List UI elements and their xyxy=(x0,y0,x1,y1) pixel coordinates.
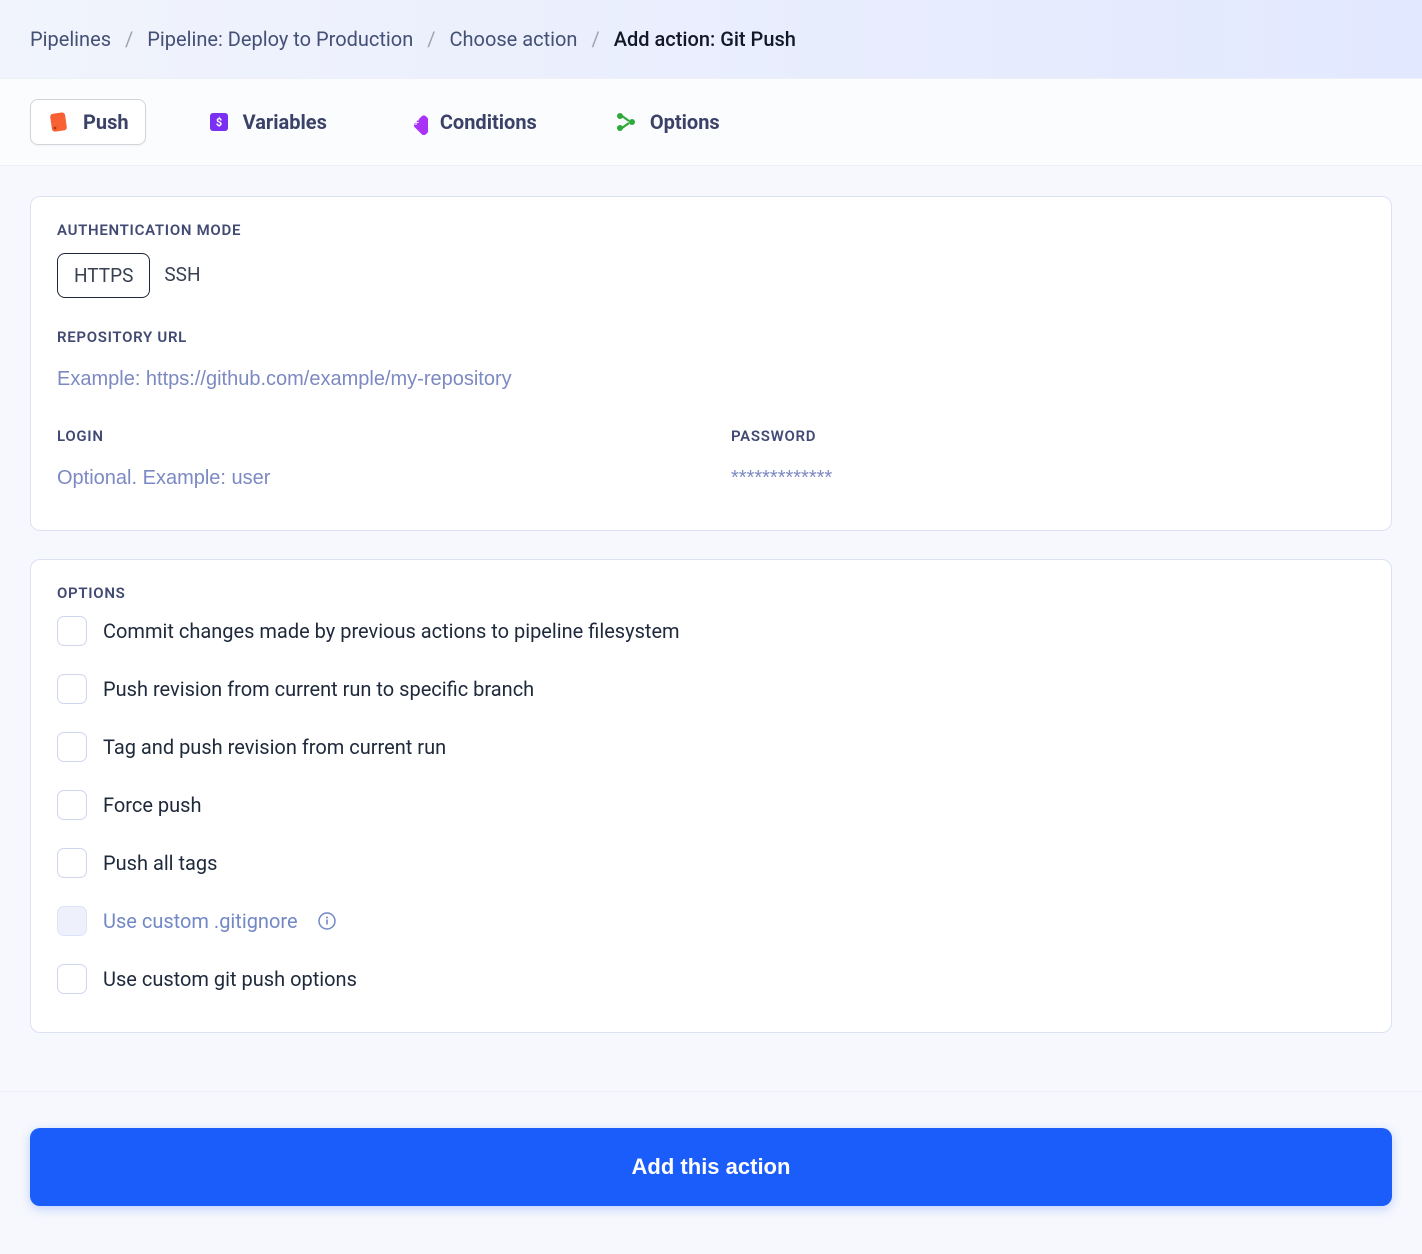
footer-bar: Add this action xyxy=(0,1091,1422,1236)
option-checkbox[interactable] xyxy=(57,732,87,762)
option-label: Use custom .gitignore xyxy=(103,909,298,933)
option-label: Commit changes made by previous actions … xyxy=(103,619,680,643)
option-label: Push all tags xyxy=(103,851,217,875)
option-row: Push revision from current run to specif… xyxy=(57,674,1365,704)
tabs-bar: Push $ Variables IF Conditions Options xyxy=(0,78,1422,166)
option-checkbox[interactable] xyxy=(57,964,87,994)
breadcrumb-current: Add action: Git Push xyxy=(614,27,796,51)
repo-url-label: REPOSITORY URL xyxy=(57,328,1365,346)
options-section-label: OPTIONS xyxy=(57,584,1365,602)
push-icon xyxy=(47,110,71,134)
option-row: Tag and push revision from current run xyxy=(57,732,1365,762)
password-label: PASSWORD xyxy=(731,427,1365,445)
auth-ssh-button[interactable]: SSH xyxy=(150,253,216,298)
breadcrumb-choose-action[interactable]: Choose action xyxy=(450,27,578,51)
svg-text:IF: IF xyxy=(413,118,419,127)
tab-push[interactable]: Push xyxy=(30,99,146,145)
option-row: Use custom git push options xyxy=(57,964,1365,994)
option-row: Force push xyxy=(57,790,1365,820)
option-label: Tag and push revision from current run xyxy=(103,735,446,759)
breadcrumb: Pipelines / Pipeline: Deploy to Producti… xyxy=(0,0,1422,78)
auth-mode-toggle: HTTPS SSH xyxy=(57,253,217,298)
option-checkbox[interactable] xyxy=(57,848,87,878)
add-action-button[interactable]: Add this action xyxy=(30,1128,1392,1206)
breadcrumb-pipeline-name[interactable]: Pipeline: Deploy to Production xyxy=(147,27,413,51)
password-input[interactable] xyxy=(731,459,1365,498)
auth-mode-label: AUTHENTICATION MODE xyxy=(57,221,1365,239)
option-checkbox[interactable] xyxy=(57,616,87,646)
option-row: Push all tags xyxy=(57,848,1365,878)
option-row: Use custom .gitignore xyxy=(57,906,1365,936)
option-checkbox xyxy=(57,906,87,936)
breadcrumb-pipelines[interactable]: Pipelines xyxy=(30,27,111,51)
tab-conditions[interactable]: IF Conditions xyxy=(388,100,553,144)
tab-push-label: Push xyxy=(83,110,129,134)
breadcrumb-sep: / xyxy=(125,27,133,51)
options-panel: OPTIONS Commit changes made by previous … xyxy=(30,559,1392,1033)
auth-https-button[interactable]: HTTPS xyxy=(57,253,150,298)
breadcrumb-sep: / xyxy=(427,27,435,51)
tab-options[interactable]: Options xyxy=(598,100,736,144)
tab-options-label: Options xyxy=(650,110,720,134)
option-checkbox[interactable] xyxy=(57,674,87,704)
variables-icon: $ xyxy=(207,110,231,134)
info-icon[interactable] xyxy=(318,912,336,930)
options-icon xyxy=(614,110,638,134)
login-label: LOGIN xyxy=(57,427,691,445)
tab-variables[interactable]: $ Variables xyxy=(191,100,343,144)
svg-text:$: $ xyxy=(215,116,221,129)
breadcrumb-sep: / xyxy=(591,27,599,51)
repo-url-input[interactable] xyxy=(57,360,1365,399)
option-checkbox[interactable] xyxy=(57,790,87,820)
option-label: Push revision from current run to specif… xyxy=(103,677,534,701)
auth-panel: AUTHENTICATION MODE HTTPS SSH REPOSITORY… xyxy=(30,196,1392,531)
conditions-icon: IF xyxy=(404,110,428,134)
option-label: Force push xyxy=(103,793,201,817)
option-label: Use custom git push options xyxy=(103,967,357,991)
tab-conditions-label: Conditions xyxy=(440,110,537,134)
login-input[interactable] xyxy=(57,459,691,498)
option-row: Commit changes made by previous actions … xyxy=(57,616,1365,646)
tab-variables-label: Variables xyxy=(243,110,327,134)
